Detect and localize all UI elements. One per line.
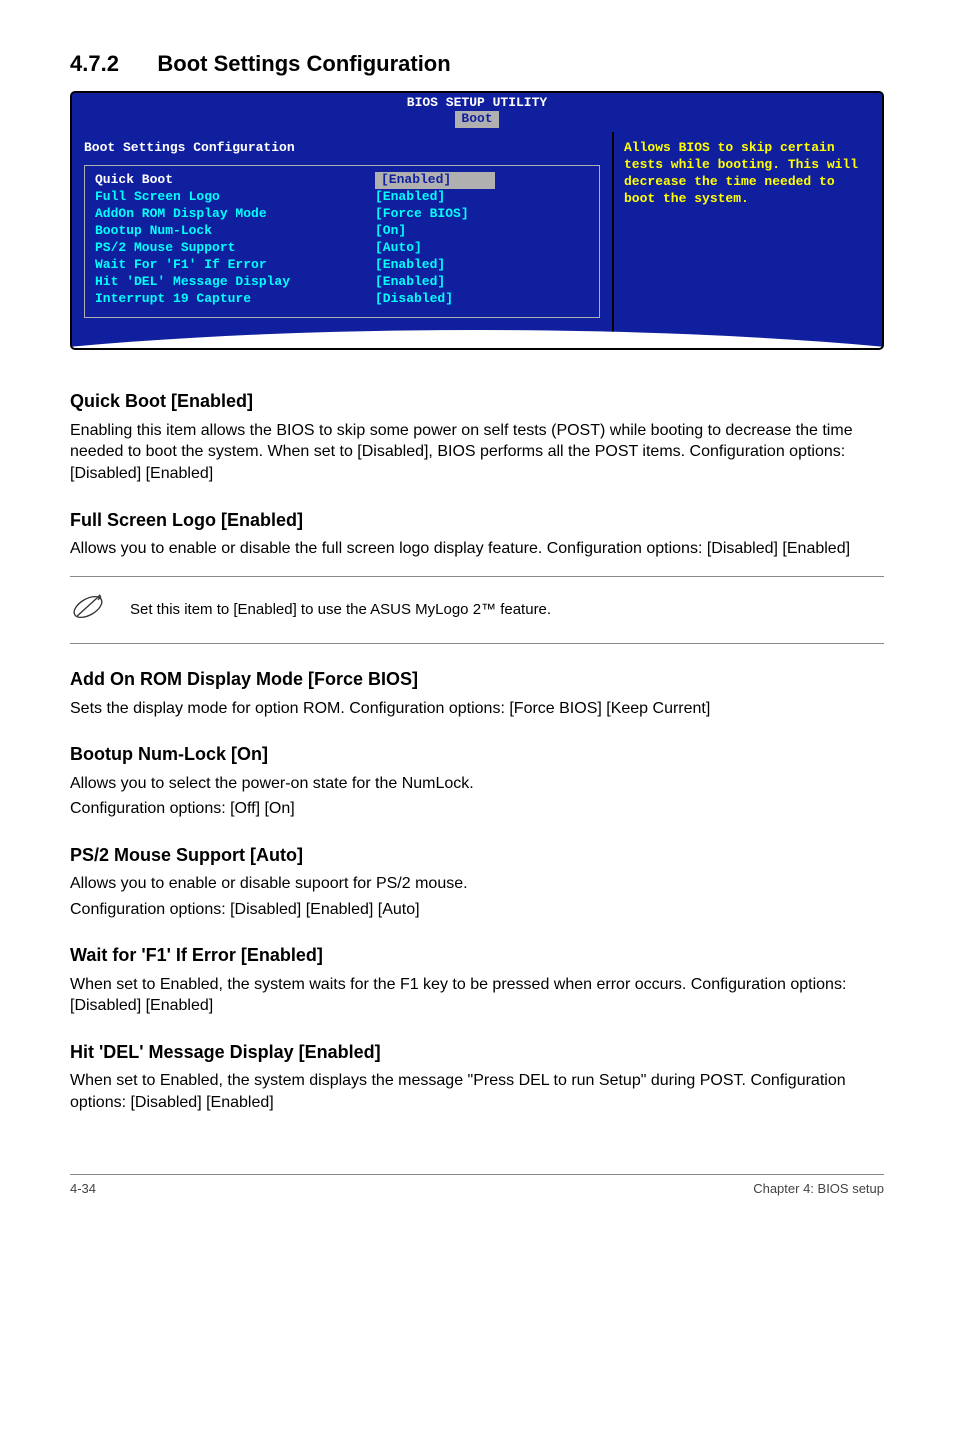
bios-option-row: Hit 'DEL' Message Display [Enabled] bbox=[95, 274, 589, 291]
bios-option-value: [Enabled] bbox=[375, 189, 589, 206]
fullscreen-logo-body: Allows you to enable or disable the full… bbox=[70, 538, 884, 560]
bios-option-value: [Enabled] bbox=[375, 274, 589, 291]
bios-option-row: Quick Boot [Enabled] bbox=[95, 172, 589, 189]
bios-body: Boot Settings Configuration Quick Boot [… bbox=[72, 132, 882, 348]
quick-boot-body: Enabling this item allows the BIOS to sk… bbox=[70, 420, 884, 485]
bios-option-label: Bootup Num-Lock bbox=[95, 223, 375, 240]
bios-option-row: Full Screen Logo [Enabled] bbox=[95, 189, 589, 206]
addon-rom-body: Sets the display mode for option ROM. Co… bbox=[70, 698, 884, 720]
bios-option-label: PS/2 Mouse Support bbox=[95, 240, 375, 257]
addon-rom-title: Add On ROM Display Mode [Force BIOS] bbox=[70, 668, 884, 691]
bios-option-row: AddOn ROM Display Mode [Force BIOS] bbox=[95, 206, 589, 223]
bios-option-value: [Force BIOS] bbox=[375, 206, 589, 223]
note-box: Set this item to [Enabled] to use the AS… bbox=[70, 576, 884, 645]
bios-tab-row: Boot bbox=[72, 111, 882, 132]
page-footer: 4-34 Chapter 4: BIOS setup bbox=[70, 1174, 884, 1198]
bios-option-value: [Disabled] bbox=[375, 291, 589, 308]
waitf1-body: When set to Enabled, the system waits fo… bbox=[70, 974, 884, 1017]
hitdel-body: When set to Enabled, the system displays… bbox=[70, 1070, 884, 1113]
footer-chapter: Chapter 4: BIOS setup bbox=[753, 1181, 884, 1198]
bios-option-label: Quick Boot bbox=[95, 172, 375, 189]
bios-option-row: Bootup Num-Lock [On] bbox=[95, 223, 589, 240]
bios-screenshot: BIOS SETUP UTILITY Boot Boot Settings Co… bbox=[70, 91, 884, 351]
bios-option-label: AddOn ROM Display Mode bbox=[95, 206, 375, 223]
bios-title: BIOS SETUP UTILITY bbox=[72, 93, 882, 112]
bios-option-value: [Enabled] bbox=[375, 172, 495, 189]
fullscreen-logo-title: Full Screen Logo [Enabled] bbox=[70, 509, 884, 532]
note-text: Set this item to [Enabled] to use the AS… bbox=[130, 600, 884, 620]
section-title: Boot Settings Configuration bbox=[157, 50, 450, 79]
bios-subheader: Boot Settings Configuration bbox=[84, 140, 600, 157]
bios-options-box: Quick Boot [Enabled] Full Screen Logo [E… bbox=[84, 165, 600, 318]
bios-option-row: Interrupt 19 Capture [Disabled] bbox=[95, 291, 589, 308]
ps2-body-1: Allows you to enable or disable supoort … bbox=[70, 873, 884, 895]
bios-option-value: [On] bbox=[375, 223, 589, 240]
bios-option-row: Wait For 'F1' If Error [Enabled] bbox=[95, 257, 589, 274]
pencil-note-icon bbox=[70, 589, 130, 632]
bios-tab-boot: Boot bbox=[455, 111, 498, 128]
numlock-title: Bootup Num-Lock [On] bbox=[70, 743, 884, 766]
footer-page-number: 4-34 bbox=[70, 1181, 96, 1198]
numlock-body-1: Allows you to select the power-on state … bbox=[70, 773, 884, 795]
section-header: 4.7.2 Boot Settings Configuration bbox=[70, 50, 884, 79]
bios-help-text: Allows BIOS to skip certain tests while … bbox=[624, 140, 872, 208]
bios-option-row: PS/2 Mouse Support [Auto] bbox=[95, 240, 589, 257]
numlock-body-2: Configuration options: [Off] [On] bbox=[70, 798, 884, 820]
bios-option-label: Full Screen Logo bbox=[95, 189, 375, 206]
waitf1-title: Wait for 'F1' If Error [Enabled] bbox=[70, 944, 884, 967]
hitdel-title: Hit 'DEL' Message Display [Enabled] bbox=[70, 1041, 884, 1064]
bios-option-value: [Enabled] bbox=[375, 257, 589, 274]
quick-boot-title: Quick Boot [Enabled] bbox=[70, 390, 884, 413]
bios-option-value: [Auto] bbox=[375, 240, 589, 257]
bios-left-panel: Boot Settings Configuration Quick Boot [… bbox=[72, 132, 612, 348]
section-number: 4.7.2 bbox=[70, 50, 119, 79]
ps2-title: PS/2 Mouse Support [Auto] bbox=[70, 844, 884, 867]
bios-option-label: Interrupt 19 Capture bbox=[95, 291, 375, 308]
ps2-body-2: Configuration options: [Disabled] [Enabl… bbox=[70, 899, 884, 921]
bios-help-panel: Allows BIOS to skip certain tests while … bbox=[612, 132, 882, 348]
bios-option-label: Hit 'DEL' Message Display bbox=[95, 274, 375, 291]
bios-option-label: Wait For 'F1' If Error bbox=[95, 257, 375, 274]
